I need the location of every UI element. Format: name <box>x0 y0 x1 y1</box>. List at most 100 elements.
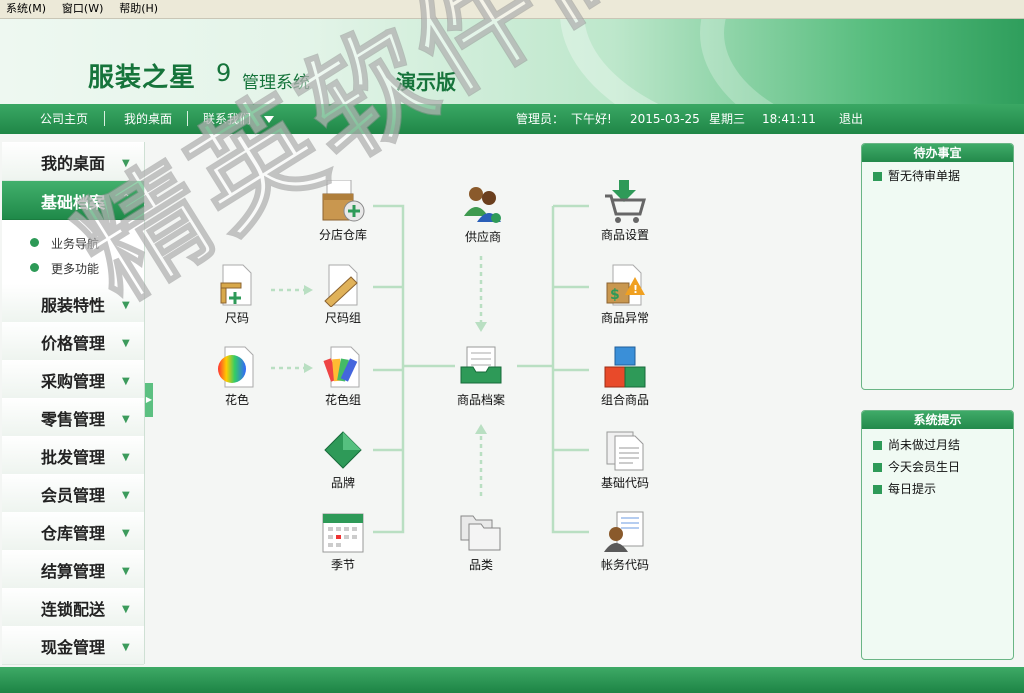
warning-box-icon: $! <box>603 263 647 307</box>
menu-help[interactable]: 帮助(H) <box>119 0 158 18</box>
shopping-cart-icon <box>603 180 647 224</box>
sidebar-item-basic-records[interactable]: 基础档案 ⌃ <box>2 181 144 220</box>
brand-diamond-icon <box>321 428 365 472</box>
menu-window[interactable]: 窗口(W) <box>62 0 103 18</box>
node-color-group[interactable]: 花色组 <box>307 345 379 408</box>
chevron-down-icon: ▼ <box>122 376 130 387</box>
user-label: 管理员： <box>516 112 565 126</box>
banner-decoration <box>700 19 1024 104</box>
tip-item[interactable]: 今天会员生日 <box>873 458 960 475</box>
chevron-up-icon: ⌃ <box>122 193 131 204</box>
pending-tasks-panel: 待办事宜 暂无待审单据 <box>861 143 1014 390</box>
panel-title: 系统提示 <box>862 411 1013 429</box>
node-size[interactable]: 尺码 <box>201 263 273 326</box>
pending-item[interactable]: 暂无待审单据 <box>873 167 960 184</box>
color-swatch-icon <box>321 345 365 389</box>
sidebar: 我的桌面 ▼ 基础档案 ⌃ 业务导航 更多功能 服装特性 ▼ 价格管理 ▼ 采购管理 ▼ … <box>2 142 145 665</box>
chevron-down-icon: ▼ <box>122 452 130 463</box>
node-basic-code[interactable]: 基础代码 <box>589 428 661 491</box>
ruler-document-icon <box>321 263 365 308</box>
node-category[interactable]: 品类 <box>445 510 517 573</box>
sidebar-item-label: 采购管理 <box>41 372 106 391</box>
svg-text:!: ! <box>633 283 638 296</box>
file-tray-icon <box>459 345 503 389</box>
sidebar-item-retail-management[interactable]: 零售管理 ▼ <box>2 398 144 437</box>
connector-line <box>551 204 589 534</box>
tip-item[interactable]: 尚未做过月结 <box>873 436 960 453</box>
node-account-code[interactable]: 帐务代码 <box>589 510 661 573</box>
top-navbar: 公司主页 我的桌面 联系我们 管理员： 下午好! 2015-03-25 星期三 … <box>0 104 1024 134</box>
sidebar-item-label: 会员管理 <box>41 486 106 505</box>
sidebar-item-label: 我的桌面 <box>41 154 106 173</box>
sidebar-item-label: 连锁配送 <box>41 600 106 619</box>
sidebar-item-apparel-features[interactable]: 服装特性 ▼ <box>2 284 144 323</box>
node-product-exception[interactable]: $! 商品异常 <box>589 263 661 326</box>
bullet-square-icon <box>873 485 882 494</box>
arrow-head <box>475 322 487 332</box>
sidebar-item-settlement-management[interactable]: 结算管理 ▼ <box>2 550 144 589</box>
bullet-icon <box>30 263 39 272</box>
current-time: 18:41:11 <box>762 112 816 126</box>
product-subtitle: 管理系统 <box>242 73 310 93</box>
nav-company-home[interactable]: 公司主页 <box>40 104 88 134</box>
flow-diagram: 分店仓库 尺码 尺码组 花色 花色组 品牌 季节 供应商 商品档案 品类 商品设… <box>155 142 855 664</box>
accountant-icon <box>603 510 647 554</box>
sidebar-item-my-desktop[interactable]: 我的桌面 ▼ <box>2 142 144 181</box>
svg-text:$: $ <box>610 287 620 303</box>
dropdown-arrow-icon[interactable] <box>264 116 274 123</box>
sidebar-item-purchase-management[interactable]: 采购管理 ▼ <box>2 360 144 399</box>
sidebar-item-label: 批发管理 <box>41 448 106 467</box>
chevron-down-icon: ▼ <box>122 158 130 169</box>
node-size-group[interactable]: 尺码组 <box>307 263 379 326</box>
sidebar-item-label: 服装特性 <box>41 296 106 315</box>
documents-icon <box>603 428 647 472</box>
cubes-icon <box>603 345 647 389</box>
menu-system[interactable]: 系统(M) <box>6 0 46 18</box>
current-date: 2015-03-25 <box>630 112 700 126</box>
node-combo-product[interactable]: 组合商品 <box>589 345 661 408</box>
node-product-settings[interactable]: 商品设置 <box>589 180 661 243</box>
sidebar-collapse-handle[interactable]: ▶ <box>145 383 153 417</box>
product-logo: 服装之星 <box>88 63 197 93</box>
chevron-down-icon: ▼ <box>122 642 130 653</box>
tip-item[interactable]: 每日提示 <box>873 480 936 497</box>
sidebar-item-cash-management[interactable]: 现金管理 ▼ <box>2 626 144 665</box>
node-store-warehouse[interactable]: 分店仓库 <box>307 179 379 243</box>
node-supplier[interactable]: 供应商 <box>447 182 519 245</box>
node-brand[interactable]: 品牌 <box>307 428 379 491</box>
chevron-down-icon: ▼ <box>122 414 130 425</box>
dashed-arrow <box>271 288 305 370</box>
sidebar-item-chain-distribution[interactable]: 连锁配送 ▼ <box>2 588 144 627</box>
sidebar-item-wholesale-management[interactable]: 批发管理 ▼ <box>2 436 144 475</box>
system-tips-panel: 系统提示 尚未做过月结 今天会员生日 每日提示 <box>861 410 1014 660</box>
users-icon <box>461 182 505 226</box>
app-banner: 服装之星 9 管理系统 演示版 <box>0 19 1024 104</box>
chevron-down-icon: ▼ <box>122 338 130 349</box>
sidebar-item-price-management[interactable]: 价格管理 ▼ <box>2 322 144 361</box>
menu-bar: 系统(M) 窗口(W) 帮助(H) <box>0 0 1024 19</box>
sidebar-item-label: 价格管理 <box>41 334 106 353</box>
chevron-down-icon: ▼ <box>122 604 130 615</box>
logout-link[interactable]: 退出 <box>839 104 863 134</box>
nav-contact-us[interactable]: 联系我们 <box>203 104 251 134</box>
nav-my-desktop[interactable]: 我的桌面 <box>124 104 172 134</box>
bullet-square-icon <box>873 172 882 181</box>
node-color[interactable]: 花色 <box>201 345 273 408</box>
warehouse-icon <box>321 179 365 224</box>
sidebar-item-label: 仓库管理 <box>41 524 106 543</box>
sidebar-item-warehouse-management[interactable]: 仓库管理 ▼ <box>2 512 144 551</box>
nav-divider <box>104 111 105 126</box>
nav-divider <box>187 111 188 126</box>
sidebar-item-label: 现金管理 <box>41 638 106 657</box>
current-weekday: 星期三 <box>709 112 746 126</box>
sidebar-item-member-management[interactable]: 会员管理 ▼ <box>2 474 144 513</box>
bullet-square-icon <box>873 441 882 450</box>
chevron-down-icon: ▼ <box>122 566 130 577</box>
product-version: 9 <box>216 59 232 87</box>
arrow-head <box>475 424 487 434</box>
status-bar <box>0 667 1024 693</box>
edition-label: 演示版 <box>396 70 456 94</box>
node-season[interactable]: 季节 <box>307 510 379 573</box>
node-product-file[interactable]: 商品档案 <box>445 345 517 408</box>
color-wheel-icon <box>215 345 259 389</box>
